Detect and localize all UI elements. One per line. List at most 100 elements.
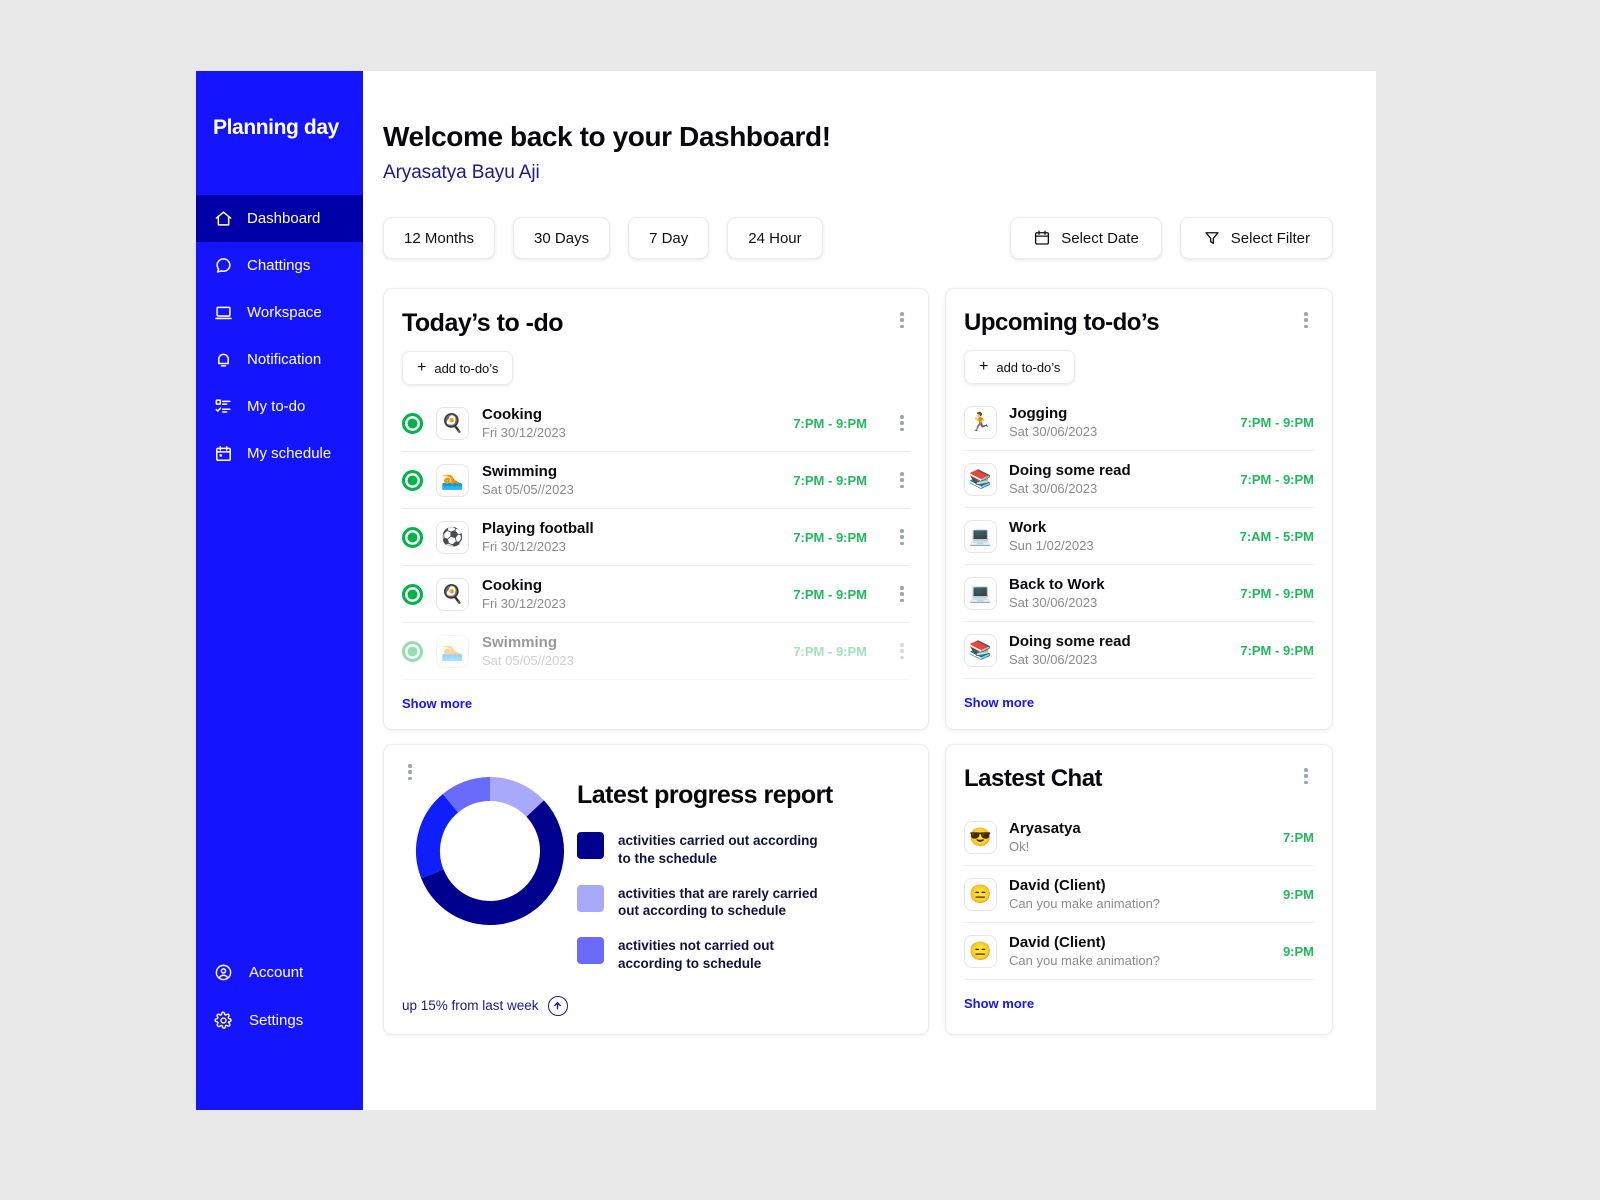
sidebar-item-chattings[interactable]: Chattings <box>196 242 363 289</box>
legend-label: activities not carried out according to … <box>618 937 774 973</box>
row-text: Playing football Fri 30/12/2023 <box>482 520 594 554</box>
table-row[interactable]: 🏊 Swimming Sat 05/05//2023 7:PM - 9:PM <box>402 452 910 509</box>
more-options-icon[interactable] <box>1298 309 1314 331</box>
sidebar-item-label: Workspace <box>247 304 322 321</box>
table-row[interactable]: ⚽ Playing football Fri 30/12/2023 7:PM -… <box>402 509 910 566</box>
progress-delta-text: up 15% from last week <box>402 998 539 1014</box>
legend-line: to the schedule <box>618 850 718 866</box>
todo-title: Back to Work <box>1009 576 1105 593</box>
sidebar-item-dashboard[interactable]: Dashboard <box>196 195 363 242</box>
list-item[interactable]: 😎 Aryasatya Ok! 7:PM <box>964 809 1314 866</box>
list-item[interactable]: 📚 Doing some read Sat 30/06/2023 7:PM - … <box>964 622 1314 679</box>
status-radio-icon[interactable] <box>402 412 423 434</box>
more-options-icon[interactable] <box>402 761 418 783</box>
more-options-icon[interactable] <box>894 640 910 662</box>
list-item[interactable]: 😑 David (Client) Can you make animation?… <box>964 866 1314 923</box>
list-item[interactable]: 🏃 Jogging Sat 30/06/2023 7:PM - 9:PM <box>964 394 1314 451</box>
todo-date: Sat 30/06/2023 <box>1009 652 1098 667</box>
toolbar: 12 Months 30 Days 7 Day 24 Hour Select D… <box>383 216 1333 260</box>
more-options-icon[interactable] <box>894 309 910 331</box>
show-more-link[interactable]: Show more <box>964 695 1034 710</box>
todo-title: Cooking <box>482 406 542 423</box>
status-radio-icon[interactable] <box>402 469 423 491</box>
progress-legend-section: Latest progress report activities carrie… <box>577 759 910 990</box>
todo-date: Sat 30/06/2023 <box>1009 595 1098 610</box>
more-options-icon[interactable] <box>894 526 910 548</box>
progress-top: Latest progress report activities carrie… <box>402 759 910 990</box>
legend-swatch <box>577 884 604 912</box>
more-options-icon[interactable] <box>894 469 910 491</box>
add-todo-button[interactable]: + add to-do’s <box>964 350 1076 384</box>
sidebar-item-my-to-do[interactable]: My to-do <box>196 383 363 430</box>
list-item[interactable]: 😑 David (Client) Can you make animation?… <box>964 923 1314 980</box>
activity-emoji-icon: 📚 <box>964 633 997 667</box>
todo-title: Work <box>1009 519 1047 536</box>
range-button-7-day[interactable]: 7 Day <box>628 217 710 259</box>
show-more-link[interactable]: Show more <box>964 996 1034 1011</box>
sidebar-item-notification[interactable]: Notification <box>196 336 363 383</box>
arrow-up-circle-icon <box>547 995 568 1016</box>
legend-line: activities that are rarely carried <box>618 885 818 901</box>
sidebar-item-workspace[interactable]: Workspace <box>196 289 363 336</box>
row-text: Aryasatya Ok! <box>1009 820 1081 854</box>
chat-time: 9:PM <box>1282 886 1314 902</box>
calendar-icon <box>1033 229 1051 247</box>
laptop-icon <box>213 303 233 323</box>
table-row[interactable]: 🍳 Cooking Fri 30/12/2023 7:PM - 9:PM <box>402 566 910 623</box>
plus-icon: + <box>979 358 989 375</box>
status-radio-icon[interactable] <box>402 640 423 662</box>
sidebar-item-account[interactable]: Account <box>196 952 363 992</box>
more-options-icon[interactable] <box>1298 765 1314 787</box>
todo-date: Fri 30/12/2023 <box>482 596 566 611</box>
range-button-24-hour[interactable]: 24 Hour <box>727 217 823 259</box>
select-date-button[interactable]: Select Date <box>1010 217 1162 259</box>
filter-icon <box>1203 229 1221 247</box>
dashboard-grid: Today’s to -do + add to-do’s 🍳 Cooking F… <box>383 288 1333 1035</box>
sidebar-item-label: My schedule <box>247 445 332 462</box>
sidebar-item-label: Notification <box>247 351 322 368</box>
legend-line: activities not carried out <box>618 938 775 954</box>
page-title: Welcome back to your Dashboard! <box>383 121 831 152</box>
todo-date: Sat 30/06/2023 <box>1009 481 1098 496</box>
card-header: Lastest Chat <box>946 745 1332 793</box>
add-todo-button[interactable]: + add to-do’s <box>402 351 514 385</box>
row-text: David (Client) Can you make animation? <box>1009 934 1160 968</box>
chat-bubble-icon <box>213 256 233 276</box>
activity-emoji-icon: 🏊 <box>436 463 469 497</box>
show-more-link[interactable]: Show more <box>402 696 472 711</box>
todo-date: Fri 30/12/2023 <box>482 425 566 440</box>
add-todo-label: add to-do’s <box>996 359 1061 375</box>
chat-name: David (Client) <box>1009 877 1106 894</box>
legend-line: according to schedule <box>618 956 762 972</box>
legend-line: out according to schedule <box>618 903 787 919</box>
todo-title: Cooking <box>482 577 542 594</box>
range-button-12-months[interactable]: 12 Months <box>383 217 496 259</box>
todo-date: Sat 30/06/2023 <box>1009 424 1098 439</box>
donut-segment <box>420 800 564 925</box>
avatar: 😑 <box>964 877 997 911</box>
list-item[interactable]: 💻 Back to Work Sat 30/06/2023 7:PM - 9:P… <box>964 565 1314 622</box>
upcoming-todo-card: Upcoming to-do’s + add to-do’s 🏃 Jogging… <box>945 288 1333 730</box>
list-item[interactable]: 💻 Work Sun 1/02/2023 7:AM - 5:PM <box>964 508 1314 565</box>
more-options-icon[interactable] <box>894 583 910 605</box>
table-row[interactable]: 🏊 Swimming Sat 05/05//2023 7:PM - 9:PM <box>402 623 910 680</box>
status-radio-icon[interactable] <box>402 526 423 548</box>
list-item[interactable]: 📚 Doing some read Sat 30/06/2023 7:PM - … <box>964 451 1314 508</box>
table-row[interactable]: 🍳 Cooking Fri 30/12/2023 7:PM - 9:PM <box>402 395 910 452</box>
calendar-icon <box>213 444 233 464</box>
sidebar-item-settings[interactable]: Settings <box>196 1000 363 1040</box>
range-button-30-days[interactable]: 30 Days <box>513 217 611 259</box>
more-options-icon[interactable] <box>894 412 910 434</box>
select-filter-label: Select Filter <box>1230 229 1310 247</box>
sidebar-item-my-schedule[interactable]: My schedule <box>196 430 363 477</box>
status-radio-icon[interactable] <box>402 583 423 605</box>
activity-emoji-icon: 🍳 <box>436 406 469 440</box>
todo-time: 7:PM - 9:PM <box>793 472 867 488</box>
donut-segment <box>488 777 544 818</box>
legend-line: activities carried out according <box>618 833 818 848</box>
sidebar-item-label: Chattings <box>247 257 311 274</box>
select-filter-button[interactable]: Select Filter <box>1179 217 1333 259</box>
avatar: 😑 <box>964 934 997 968</box>
todays-todo-card: Today’s to -do + add to-do’s 🍳 Cooking F… <box>383 288 929 730</box>
row-text: Swimming Sat 05/05//2023 <box>482 463 574 497</box>
